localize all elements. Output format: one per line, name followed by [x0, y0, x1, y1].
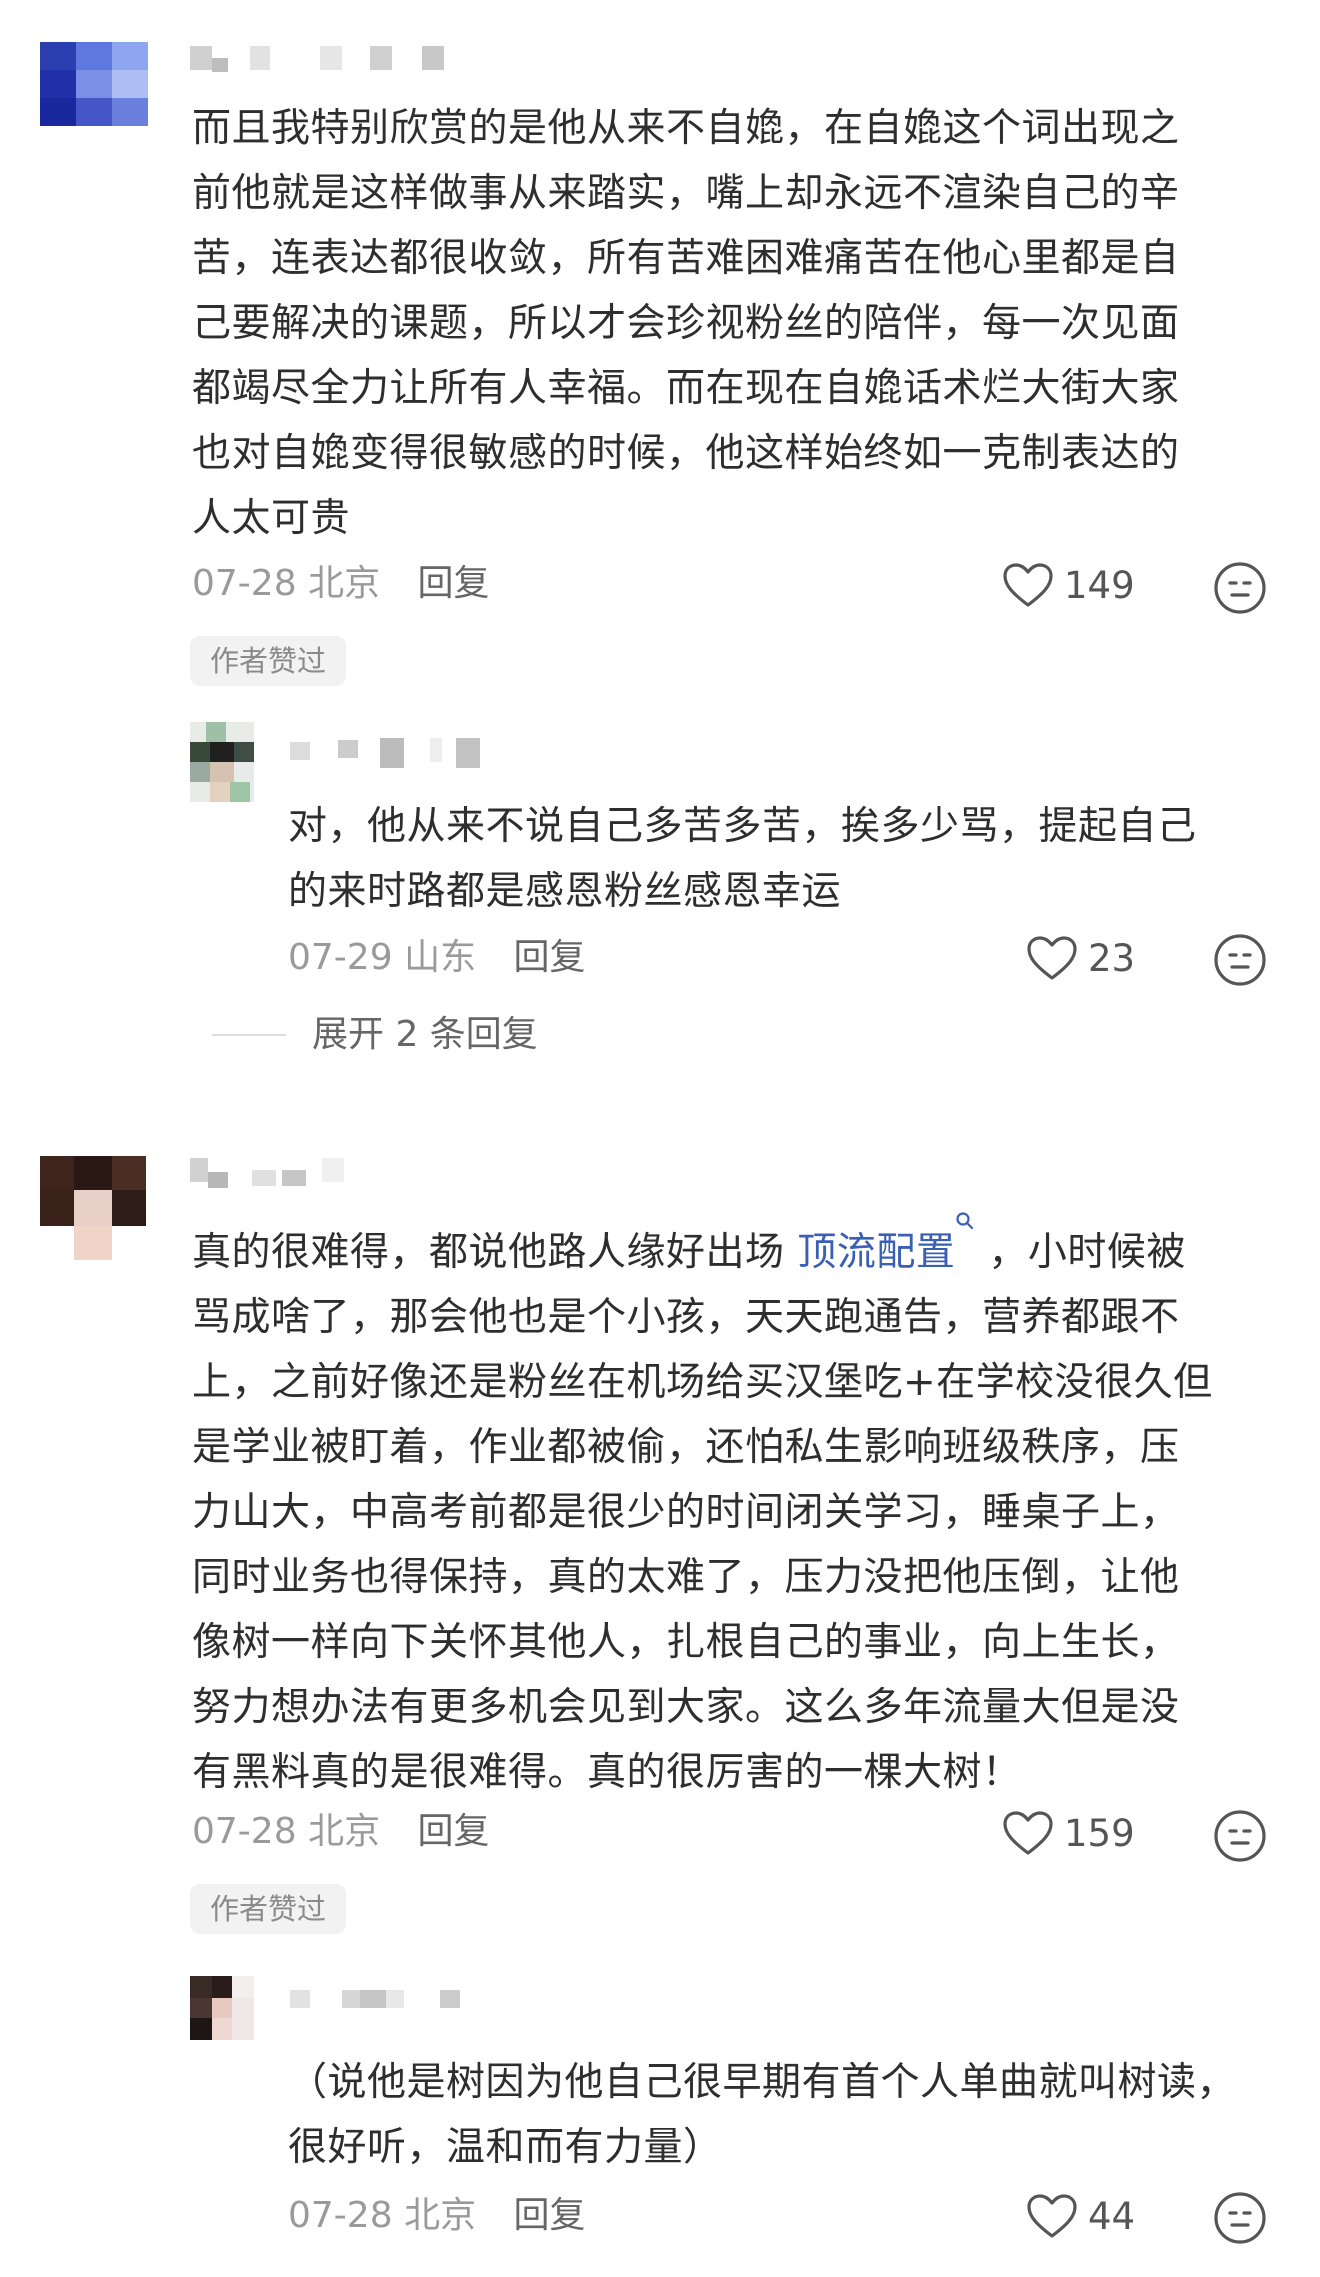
reply-meta: 07-28 北京 回复 [288, 2190, 586, 2242]
like-button[interactable]: 23 [1026, 928, 1135, 988]
like-button[interactable]: 159 [1002, 1803, 1135, 1863]
avatar[interactable] [40, 1156, 146, 1260]
expand-replies-button[interactable]: 展开 2 条回复 [312, 1010, 538, 1060]
reply-button[interactable]: 回复 [514, 937, 586, 978]
avatar[interactable] [40, 42, 148, 126]
like-count: 23 [1088, 936, 1136, 980]
reply-username-blurred[interactable] [290, 732, 490, 768]
reply-location: 山东 [404, 937, 477, 978]
like-count: 149 [1064, 563, 1135, 607]
reply-location: 北京 [404, 2195, 477, 2236]
comment-text: 真的很难得，都说他路人缘好出场 顶流配置 ，小时候被 骂成啥了，那会他也是个小孩，… [192, 1210, 1292, 1805]
reply-text: 对，他从来不说自己多苦多苦，挨多少骂，提起自己 的来时路都是感恩粉丝感恩幸运 [288, 804, 1197, 914]
emoji-react-icon[interactable] [1212, 560, 1268, 616]
heart-icon [1003, 563, 1053, 607]
username-blurred[interactable] [190, 40, 480, 76]
reply-button[interactable]: 回复 [418, 563, 490, 604]
username-blurred[interactable] [190, 1152, 390, 1188]
comment-meta: 07-28 北京 回复 [192, 558, 490, 610]
heart-icon [1027, 936, 1077, 980]
reply-button[interactable]: 回复 [418, 1811, 490, 1852]
heart-icon [1003, 1811, 1053, 1855]
comment-text: 而且我特别欣赏的是他从来不自嫓，在自嫓这个词出现之 前他就是这样做事从来踏实，嘴上… [192, 106, 1180, 541]
emoji-react-icon[interactable] [1212, 1808, 1268, 1864]
like-count: 159 [1064, 1811, 1135, 1855]
comment-date: 07-28 [192, 563, 297, 604]
comment-meta: 07-28 北京 回复 [192, 1806, 490, 1858]
expand-divider [212, 1034, 286, 1036]
like-button[interactable]: 44 [1026, 2186, 1135, 2246]
reply-date: 07-29 [288, 937, 393, 978]
comment-location: 北京 [308, 1811, 381, 1852]
reply-text: （说他是树因为他自己很早期有首个人单曲就叫树读， 很好听，温和而有力量） [288, 2060, 1237, 2170]
comment-date: 07-28 [192, 1811, 297, 1852]
author-liked-badge: 作者赞过 [190, 1884, 347, 1934]
comment-location: 北京 [308, 563, 381, 604]
emoji-react-icon[interactable] [1212, 2190, 1268, 2246]
reply-avatar[interactable] [190, 722, 254, 802]
heart-icon [1027, 2194, 1077, 2238]
like-count: 44 [1088, 2194, 1136, 2238]
emoji-react-icon[interactable] [1212, 932, 1268, 988]
reply-meta: 07-29 山东 回复 [288, 932, 586, 984]
reply-avatar[interactable] [190, 1976, 254, 2040]
reply-username-blurred[interactable] [290, 1980, 490, 2016]
reply-date: 07-28 [288, 2195, 393, 2236]
reply-button[interactable]: 回复 [514, 2195, 586, 2236]
topic-link[interactable]: 顶流配置 [797, 1212, 975, 1275]
author-liked-badge: 作者赞过 [190, 636, 347, 686]
like-button[interactable]: 149 [1002, 555, 1135, 615]
search-icon [955, 1212, 975, 1255]
